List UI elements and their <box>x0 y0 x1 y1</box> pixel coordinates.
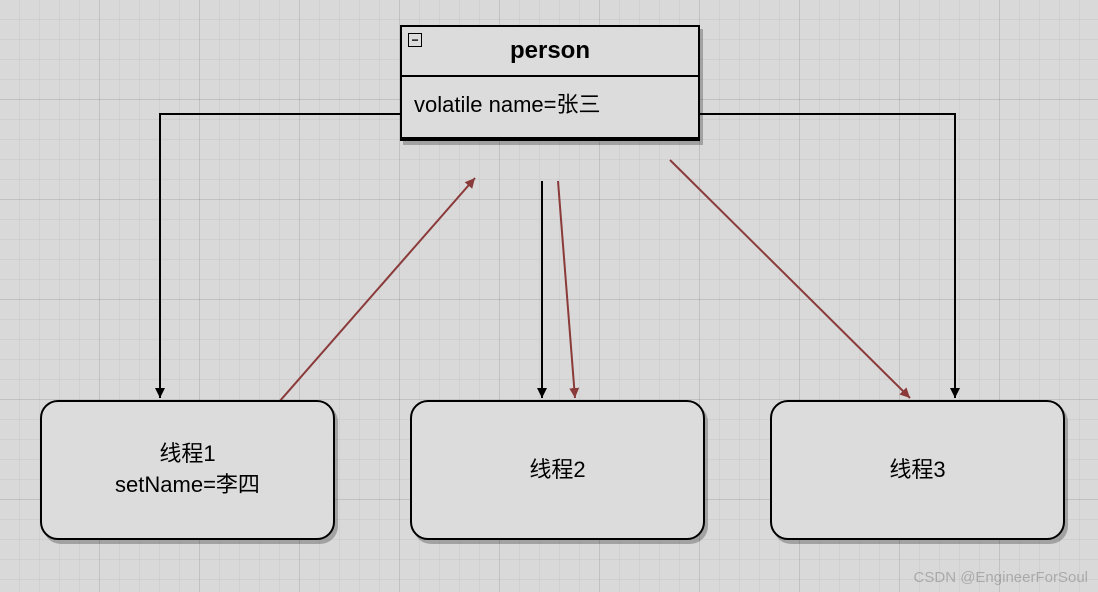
uml-class-attribute: volatile name=张三 <box>402 77 698 139</box>
thread3-label: 线程3 <box>889 455 945 486</box>
uml-class-person: − person volatile name=张三 <box>400 25 700 141</box>
uml-class-title-row: − person <box>402 27 698 77</box>
thread2-label: 线程2 <box>529 455 585 486</box>
collapse-icon[interactable]: − <box>408 33 422 47</box>
watermark: CSDN @EngineerForSoul <box>914 569 1088 586</box>
thread-box-1: 线程1 setName=李四 <box>40 400 335 540</box>
thread1-detail: setName=李四 <box>115 470 260 501</box>
thread-box-2: 线程2 <box>410 400 705 540</box>
thread1-label: 线程1 <box>159 439 215 470</box>
thread-box-3: 线程3 <box>770 400 1065 540</box>
uml-class-title: person <box>510 37 590 64</box>
diagram-canvas: − person volatile name=张三 线程1 setName=李四… <box>0 0 1098 592</box>
